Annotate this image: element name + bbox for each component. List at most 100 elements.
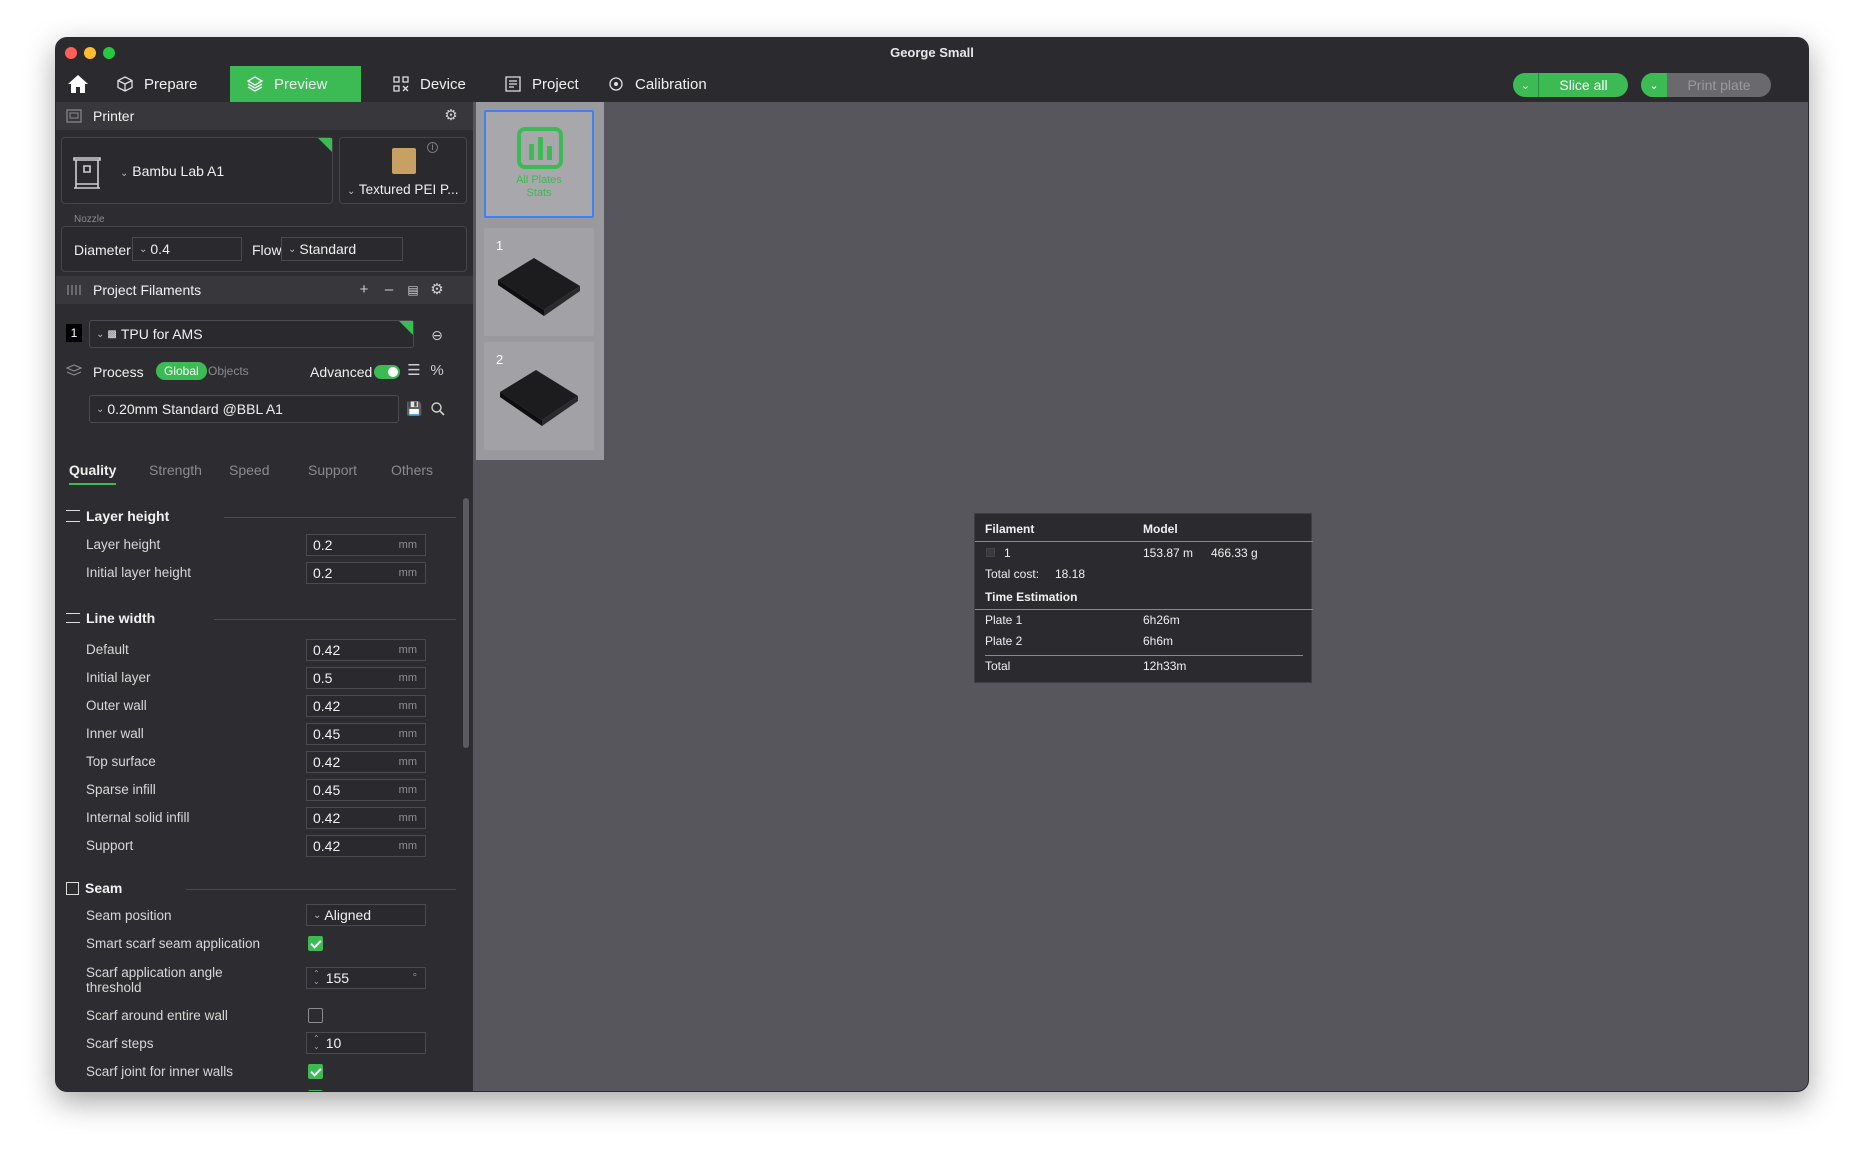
tab-calibration-label: Calibration <box>635 75 707 93</box>
model-weight: 466.33 g <box>1211 546 1258 560</box>
add-filament-plus-icon[interactable]: + <box>356 282 372 298</box>
plate-2-time: 6h6m <box>1143 634 1174 648</box>
line-width-row-input[interactable]: 0.5 mm <box>306 667 426 689</box>
window-title: George Small <box>890 45 974 60</box>
tab-support[interactable]: Support <box>308 462 357 478</box>
line-width-row-input[interactable]: 0.45 mm <box>306 779 426 801</box>
filament-color-swatch <box>986 548 995 557</box>
filament-sync-icon[interactable]: ▤ <box>405 282 421 298</box>
unit-label: mm <box>398 700 417 712</box>
plate-type-card[interactable]: i ⌄ Textured PEI P... <box>339 137 467 204</box>
smart-scarf-checkbox[interactable] <box>308 936 323 951</box>
flow-select[interactable]: ⌄ Standard <box>281 237 403 261</box>
unit-label: mm <box>398 728 417 740</box>
plate-texture-icon <box>392 148 416 174</box>
line-width-row-input[interactable]: 0.42 mm <box>306 695 426 717</box>
global-scope-toggle[interactable]: Global <box>156 362 207 380</box>
tab-calibration[interactable]: Calibration <box>591 66 723 102</box>
home-icon[interactable] <box>66 73 90 95</box>
list-view-icon[interactable]: ☰ <box>406 363 422 379</box>
plate-type-name: Textured PEI P... <box>358 182 459 197</box>
line-width-row-input[interactable]: 0.42 mm <box>306 751 426 773</box>
process-layers-icon <box>66 364 82 376</box>
tab-prepare[interactable]: Prepare <box>100 66 213 102</box>
line-width-row-label: Top surface <box>86 754 156 769</box>
flow-value: Standard <box>299 241 357 257</box>
scarf-inner-walls-label: Scarf joint for inner walls <box>86 1064 234 1079</box>
printer-name: Bambu Lab A1 <box>132 163 225 179</box>
tab-others[interactable]: Others <box>391 462 433 478</box>
chevron-down-icon: ⌄ <box>96 403 105 415</box>
top-navigation: Prepare Preview Device Project Calibrati… <box>56 66 1808 102</box>
compare-percent-icon[interactable]: % <box>429 363 445 379</box>
line-width-row-value: 0.42 <box>313 810 341 826</box>
group-divider <box>214 619 456 620</box>
objects-scope-toggle[interactable]: Objects <box>208 362 249 380</box>
stepper-arrows-icon[interactable]: ⌃ ⌄ <box>313 970 320 986</box>
chevron-down-icon: ⌄ <box>288 243 297 255</box>
tab-device-label: Device <box>420 75 466 93</box>
unit-label: ° <box>412 972 417 984</box>
layers-icon <box>246 76 264 92</box>
line-width-row-input[interactable]: 0.45 mm <box>306 723 426 745</box>
print-dropdown-chevron-icon[interactable]: ⌄ <box>1641 73 1667 97</box>
slice-all-button[interactable]: ⌄ Slice all <box>1513 73 1628 97</box>
tab-preview[interactable]: Preview <box>230 66 361 102</box>
plate-type-select[interactable]: ⌄ Textured PEI P... <box>347 182 458 197</box>
filament-select[interactable]: ⌄ ▩ TPU for AMS <box>89 320 414 348</box>
scarf-angle-value: 155 <box>325 970 350 986</box>
info-icon[interactable]: i <box>427 142 438 153</box>
tab-quality[interactable]: Quality <box>69 462 117 485</box>
line-width-row-input[interactable]: 0.42 mm <box>306 835 426 857</box>
layer-height-input[interactable]: 0.2 mm <box>306 534 426 556</box>
save-preset-icon[interactable]: 💾 <box>406 401 422 417</box>
flow-label: Flow <box>252 242 282 258</box>
plate-thumbnail[interactable]: 2 <box>484 342 594 450</box>
line-width-row-label: Internal solid infill <box>86 810 190 825</box>
all-plates-stats-button[interactable]: All Plates Stats <box>484 110 594 218</box>
initial-layer-height-input[interactable]: 0.2 mm <box>306 562 426 584</box>
process-preset-name: 0.20mm Standard @BBL A1 <box>107 401 283 417</box>
tab-device[interactable]: Device <box>376 66 482 102</box>
advanced-toggle[interactable] <box>374 365 400 379</box>
next-row-checkbox[interactable] <box>308 1090 323 1091</box>
line-width-icon <box>66 613 80 623</box>
process-tabs: Quality Strength Speed Support Others <box>56 462 473 486</box>
all-plates-stats-label: All Plates Stats <box>486 174 592 200</box>
printer-settings-gear-icon[interactable]: ⚙ <box>443 108 459 124</box>
print-plate-button[interactable]: ⌄ Print plate <box>1641 73 1771 97</box>
diameter-select[interactable]: ⌄ 0.4 <box>132 237 242 261</box>
seam-title-text: Seam <box>85 880 123 896</box>
printer-select-card[interactable]: ⌄ Bambu Lab A1 <box>61 137 333 204</box>
total-cost-label: Total cost: <box>985 567 1040 581</box>
scarf-steps-stepper[interactable]: ⌃ ⌄ 10 <box>306 1032 426 1054</box>
tab-strength[interactable]: Strength <box>149 462 202 478</box>
seam-position-select[interactable]: ⌄ Aligned <box>306 904 426 926</box>
sidebar-scrollbar[interactable] <box>463 498 469 748</box>
unit-label: mm <box>398 756 417 768</box>
remove-filament-minus-icon[interactable]: – <box>381 282 397 298</box>
scarf-angle-label: Scarf application angle threshold <box>86 965 223 995</box>
filament-settings-gear-icon[interactable]: ⚙ <box>429 282 445 298</box>
slice-dropdown-chevron-icon[interactable]: ⌄ <box>1513 73 1539 97</box>
search-icon[interactable] <box>430 401 446 417</box>
group-divider <box>186 889 456 890</box>
total-divider <box>985 655 1303 656</box>
scarf-angle-stepper[interactable]: ⌃ ⌄ 155 ° <box>306 967 426 989</box>
line-width-row-input[interactable]: 0.42 mm <box>306 639 426 661</box>
line-width-row-label: Initial layer <box>86 670 151 685</box>
left-sidebar: Printer ⚙ ⌄ Bambu Lab A1 i ⌄ Textured PE… <box>56 102 473 1091</box>
scarf-inner-walls-checkbox[interactable] <box>308 1064 323 1079</box>
line-width-group-title: Line width <box>66 610 155 626</box>
stepper-arrows-icon[interactable]: ⌃ ⌄ <box>313 1035 320 1051</box>
tab-project[interactable]: Project <box>488 66 595 102</box>
tab-speed[interactable]: Speed <box>229 462 269 478</box>
line-width-row-input[interactable]: 0.42 mm <box>306 807 426 829</box>
process-preset-select[interactable]: ⌄ 0.20mm Standard @BBL A1 <box>89 395 399 423</box>
printer-name-select[interactable]: ⌄ Bambu Lab A1 <box>120 163 224 179</box>
filament-remove-circle-icon[interactable]: ⊖ <box>429 327 445 343</box>
plate-thumbnail[interactable]: 1 <box>484 228 594 336</box>
chevron-down-icon: ⌄ <box>139 243 148 255</box>
line-width-row-value: 0.42 <box>313 698 341 714</box>
scarf-entire-wall-checkbox[interactable] <box>308 1008 323 1023</box>
